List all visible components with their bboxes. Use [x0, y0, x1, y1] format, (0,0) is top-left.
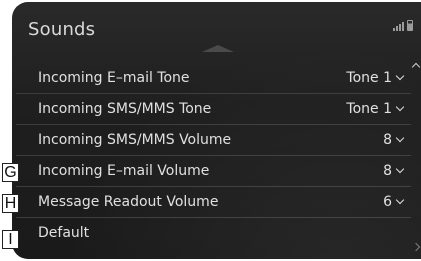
- setting-label: Message Readout Volume: [38, 194, 219, 210]
- scroll-down-icon[interactable]: [411, 242, 421, 252]
- scroll-up-icon[interactable]: [411, 62, 421, 72]
- setting-value: 8: [383, 163, 405, 179]
- setting-value: Tone 1: [346, 70, 405, 86]
- setting-label: Incoming E–mail Volume: [38, 163, 210, 179]
- status-indicators: [393, 20, 413, 31]
- setting-value: 6: [383, 194, 405, 210]
- setting-value-text: 8: [383, 132, 392, 148]
- callout-label-g: G: [2, 163, 19, 182]
- scroll-up-arrow-icon[interactable]: [202, 45, 234, 52]
- setting-value-text: Tone 1: [346, 101, 392, 117]
- chevron-down-icon: [395, 133, 405, 143]
- chevron-down-icon: [395, 71, 405, 81]
- scrollbar[interactable]: [411, 62, 421, 252]
- callout-label-h: H: [2, 194, 19, 213]
- setting-value-text: 8: [383, 163, 392, 179]
- chevron-down-icon: [395, 195, 405, 205]
- setting-value-text: 6: [383, 194, 392, 210]
- setting-value: 8: [383, 132, 405, 148]
- chevron-down-icon: [395, 102, 405, 112]
- setting-value: Tone 1: [346, 101, 405, 117]
- setting-label: Incoming E–mail Tone: [38, 70, 190, 86]
- sounds-screen: Sounds Incoming E–mail Tone Tone 1 Incom…: [12, 2, 421, 259]
- page-title: Sounds: [28, 19, 96, 40]
- settings-list: Incoming E–mail Tone Tone 1 Incoming SMS…: [16, 63, 411, 248]
- callout-label-i: I: [2, 230, 19, 249]
- setting-row-default[interactable]: Default: [16, 217, 411, 248]
- setting-value-text: Tone 1: [346, 70, 392, 86]
- setting-label: Default: [38, 225, 90, 241]
- chevron-down-icon: [395, 164, 405, 174]
- signal-icon: [393, 22, 404, 31]
- setting-row-email-volume[interactable]: Incoming E–mail Volume 8: [16, 155, 411, 186]
- battery-icon: [407, 20, 413, 31]
- setting-row-readout-volume[interactable]: Message Readout Volume 6: [16, 186, 411, 217]
- setting-row-sms-tone[interactable]: Incoming SMS/MMS Tone Tone 1: [16, 93, 411, 124]
- setting-label: Incoming SMS/MMS Volume: [38, 132, 232, 148]
- setting-row-sms-volume[interactable]: Incoming SMS/MMS Volume 8: [16, 124, 411, 155]
- setting-label: Incoming SMS/MMS Tone: [38, 101, 212, 117]
- setting-row-email-tone[interactable]: Incoming E–mail Tone Tone 1: [16, 63, 411, 93]
